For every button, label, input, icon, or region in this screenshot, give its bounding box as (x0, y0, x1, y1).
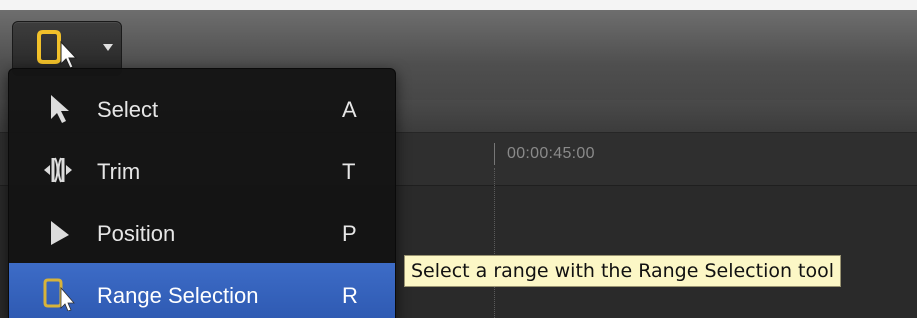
timeline-marker-line (494, 168, 495, 318)
range-selection-icon (37, 30, 78, 69)
menu-item-label: Trim (97, 159, 141, 184)
timecode-label: 00:00:45:00 (507, 145, 595, 162)
menu-item-shortcut: T (342, 159, 356, 184)
menu-item-shortcut: P (342, 221, 357, 246)
trim-icon (44, 157, 72, 183)
ruler-tick (494, 143, 495, 165)
position-arrow-icon (51, 221, 69, 245)
menu-item-shortcut: A (342, 97, 357, 122)
app-window: 00:00:45:00 Select A Trim T Position P R… (0, 0, 917, 318)
chevron-down-icon (103, 44, 113, 51)
menu-item-select[interactable]: Select A (9, 77, 395, 139)
menu-item-range-selection[interactable]: Range Selection R (9, 263, 395, 318)
tool-menu: Select A Trim T Position P Range Selecti… (8, 68, 396, 318)
tooltip: Select a range with the Range Selection … (404, 255, 842, 287)
arrow-cursor-icon (51, 95, 69, 123)
menu-item-trim[interactable]: Trim T (9, 139, 395, 201)
range-selection-icon (43, 278, 75, 311)
window-top-strip (0, 0, 917, 10)
menu-item-shortcut: R (342, 283, 358, 308)
menu-item-label: Select (97, 97, 159, 122)
menu-item-label: Range Selection (97, 283, 259, 308)
menu-item-label: Position (97, 221, 176, 246)
menu-item-position[interactable]: Position P (9, 201, 395, 263)
